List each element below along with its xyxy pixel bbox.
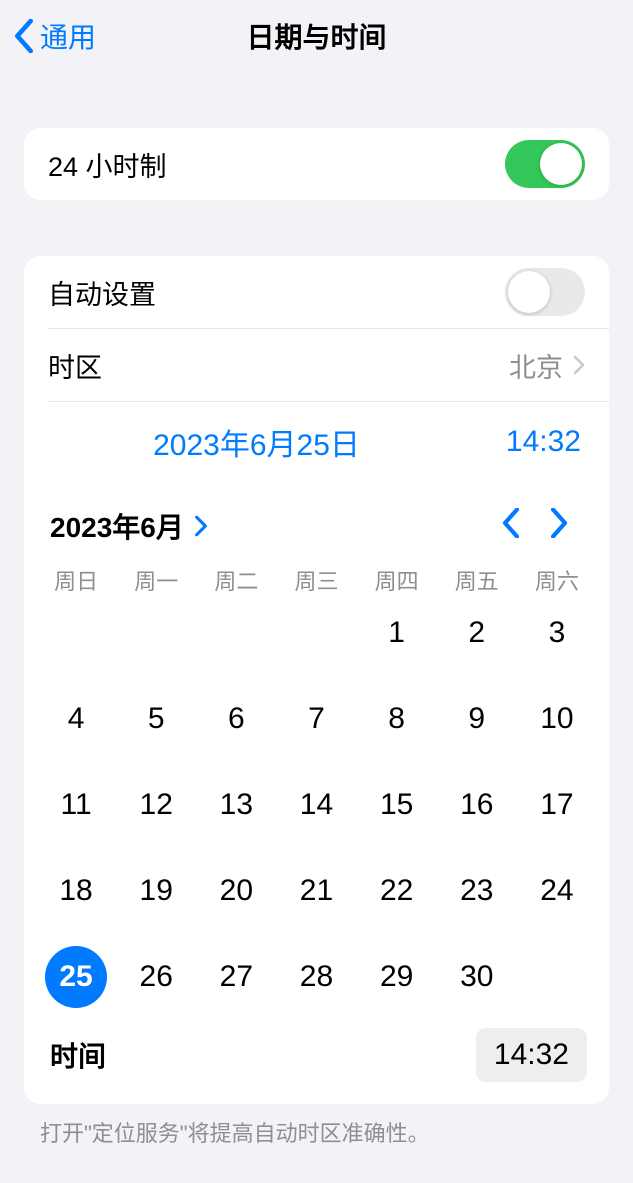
weekday-label: 周六 [517,564,597,596]
calendar-day[interactable]: 18 [36,860,116,922]
next-month-button[interactable] [535,508,583,545]
calendar-day[interactable]: 5 [116,688,196,750]
switch-knob [540,143,582,185]
selected-date-display[interactable]: 2023年6月25日 [52,420,461,464]
weekday-label: 周二 [196,564,276,596]
month-label: 2023年6月 [50,506,184,546]
time-picker[interactable]: 14:32 [476,1028,587,1082]
timezone-value: 北京 [509,346,563,385]
calendar-day[interactable]: 2 [437,602,517,664]
twenty-four-hour-label: 24 小时制 [48,145,167,184]
calendar-day[interactable]: 20 [196,860,276,922]
chevron-right-icon [550,508,568,538]
calendar-day[interactable]: 26 [116,946,196,1008]
calendar-empty [276,602,356,664]
calendar-day[interactable]: 7 [276,688,356,750]
footer-note: 打开"定位服务"将提高自动时区准确性。 [0,1104,633,1148]
calendar-day[interactable]: 3 [517,602,597,664]
chevron-left-icon [502,508,520,538]
back-label: 通用 [40,16,96,56]
calendar-day[interactable]: 14 [276,774,356,836]
calendar-day[interactable]: 4 [36,688,116,750]
calendar-day[interactable]: 23 [437,860,517,922]
month-picker[interactable]: 2023年6月 [50,506,208,546]
calendar-day[interactable]: 15 [357,774,437,836]
calendar-empty [116,602,196,664]
weekday-label: 周日 [36,564,116,596]
calendar-day[interactable]: 22 [357,860,437,922]
calendar-day[interactable]: 12 [116,774,196,836]
weekday-label: 周四 [357,564,437,596]
back-button[interactable]: 通用 [0,16,96,56]
calendar-day[interactable]: 6 [196,688,276,750]
calendar-empty [36,602,116,664]
chevron-left-icon [14,19,34,53]
calendar-day[interactable]: 10 [517,688,597,750]
weekday-label: 周三 [276,564,356,596]
chevron-right-icon [573,355,585,375]
calendar-day[interactable]: 29 [357,946,437,1008]
selected-time-display[interactable]: 14:32 [461,425,581,459]
calendar-day[interactable]: 28 [276,946,356,1008]
calendar-day[interactable]: 1 [357,602,437,664]
switch-knob [508,271,550,313]
auto-set-switch[interactable] [505,268,585,316]
time-label: 时间 [50,1035,106,1075]
calendar-day[interactable]: 21 [276,860,356,922]
calendar-day[interactable]: 11 [36,774,116,836]
timezone-label: 时区 [48,346,102,385]
calendar-day[interactable]: 30 [437,946,517,1008]
calendar-day[interactable]: 27 [196,946,276,1008]
calendar-day[interactable]: 25 [36,946,116,1008]
twenty-four-hour-switch[interactable] [505,140,585,188]
calendar-day[interactable]: 24 [517,860,597,922]
timezone-row[interactable]: 时区 北京 [24,329,609,401]
prev-month-button[interactable] [487,508,535,545]
chevron-right-icon [194,515,208,537]
weekday-label: 周一 [116,564,196,596]
calendar-day[interactable]: 19 [116,860,196,922]
auto-set-label: 自动设置 [48,273,156,312]
calendar-day[interactable]: 9 [437,688,517,750]
weekday-label: 周五 [437,564,517,596]
calendar-day[interactable]: 13 [196,774,276,836]
calendar-day[interactable]: 8 [357,688,437,750]
calendar-empty [196,602,276,664]
calendar-day[interactable]: 16 [437,774,517,836]
calendar-day[interactable]: 17 [517,774,597,836]
